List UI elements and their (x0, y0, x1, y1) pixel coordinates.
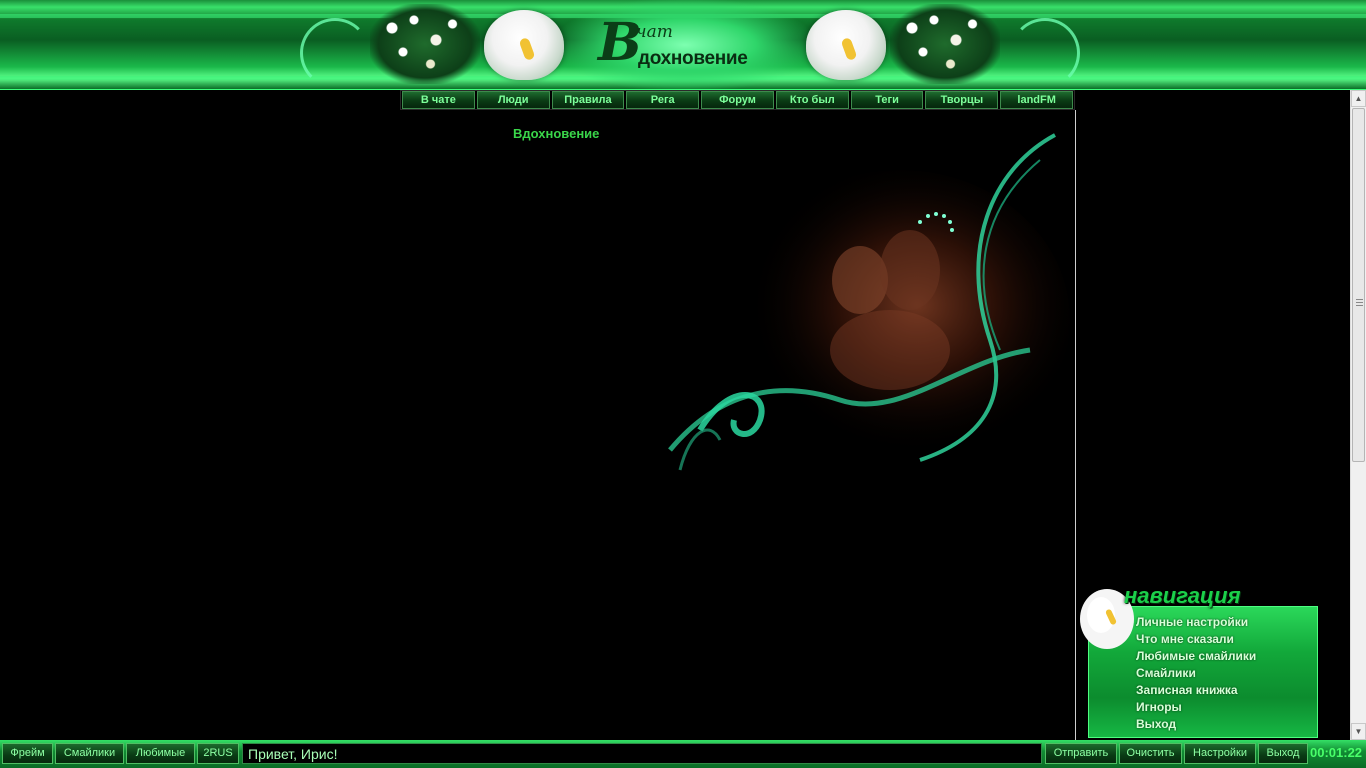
nav-item-landfm[interactable]: landFM (1000, 91, 1074, 109)
nav-link-smileys[interactable]: Смайлики (1136, 665, 1256, 682)
site-logo[interactable]: В чат дохновение (578, 12, 788, 78)
message-input[interactable] (242, 743, 1042, 764)
nav-item-creators[interactable]: Творцы (925, 91, 999, 109)
top-nav: В чате Люди Правила Рега Форум Кто был Т… (400, 90, 1075, 110)
calla-lily-icon (484, 10, 564, 80)
nav-item-registration[interactable]: Рега (626, 91, 700, 109)
favorites-button[interactable]: Любимые (126, 743, 195, 764)
couple-background-art (668, 133, 1070, 471)
nav-item-forum[interactable]: Форум (701, 91, 774, 109)
settings-button[interactable]: Настройки (1184, 743, 1256, 764)
arrow-down-icon[interactable]: ▼ (1351, 723, 1366, 740)
swirl-ornament-icon (1010, 18, 1080, 88)
scrollbar-thumb[interactable] (1352, 108, 1365, 462)
arrow-up-icon[interactable]: ▲ (1351, 90, 1366, 107)
logo-script: чат (636, 22, 673, 42)
swirl-ornament-icon (300, 18, 370, 88)
nav-link-favorite-smileys[interactable]: Любимые смайлики (1136, 648, 1256, 665)
nav-link-notebook[interactable]: Записная книжка (1136, 682, 1256, 699)
navigation-title: навигация (1124, 583, 1241, 608)
nav-item-in-chat[interactable]: В чате (402, 91, 475, 109)
session-timer: 00:01:22 (1310, 745, 1363, 760)
send-button[interactable]: Отправить (1045, 743, 1117, 764)
header-banner: В чат дохновение (0, 0, 1366, 90)
blossoms-icon (890, 4, 1000, 84)
clear-button[interactable]: Очистить (1119, 743, 1182, 764)
nav-item-who-was[interactable]: Кто был (775, 91, 849, 109)
nav-item-people[interactable]: Люди (476, 91, 550, 109)
nav-link-ignores[interactable]: Игноры (1136, 699, 1256, 716)
calla-lily-icon (806, 10, 886, 80)
exit-button[interactable]: Выход (1258, 743, 1308, 764)
logo-word: дохновение (638, 48, 748, 69)
translit-button[interactable]: 2RUS (197, 743, 239, 764)
room-title: Вдохновение (513, 126, 600, 141)
frame-button[interactable]: Фрейм (2, 743, 53, 764)
smileys-button[interactable]: Смайлики (55, 743, 124, 764)
nav-link-exit[interactable]: Выход (1136, 716, 1256, 733)
nav-item-rules[interactable]: Правила (551, 91, 625, 109)
bottom-toolbar: Фрейм Смайлики Любимые 2RUS Отправить Оч… (0, 740, 1366, 768)
nav-link-what-they-said[interactable]: Что мне сказали (1136, 631, 1256, 648)
blossoms-icon (370, 4, 480, 84)
navigation-list: Личные настройки Что мне сказали Любимые… (1136, 614, 1256, 733)
scrollbar[interactable]: ▲ ▼ (1350, 90, 1366, 740)
chat-messages-area[interactable]: Вдохновение (0, 110, 1075, 740)
nav-item-tags[interactable]: Теги (850, 91, 924, 109)
nav-link-personal-settings[interactable]: Личные настройки (1136, 614, 1256, 631)
